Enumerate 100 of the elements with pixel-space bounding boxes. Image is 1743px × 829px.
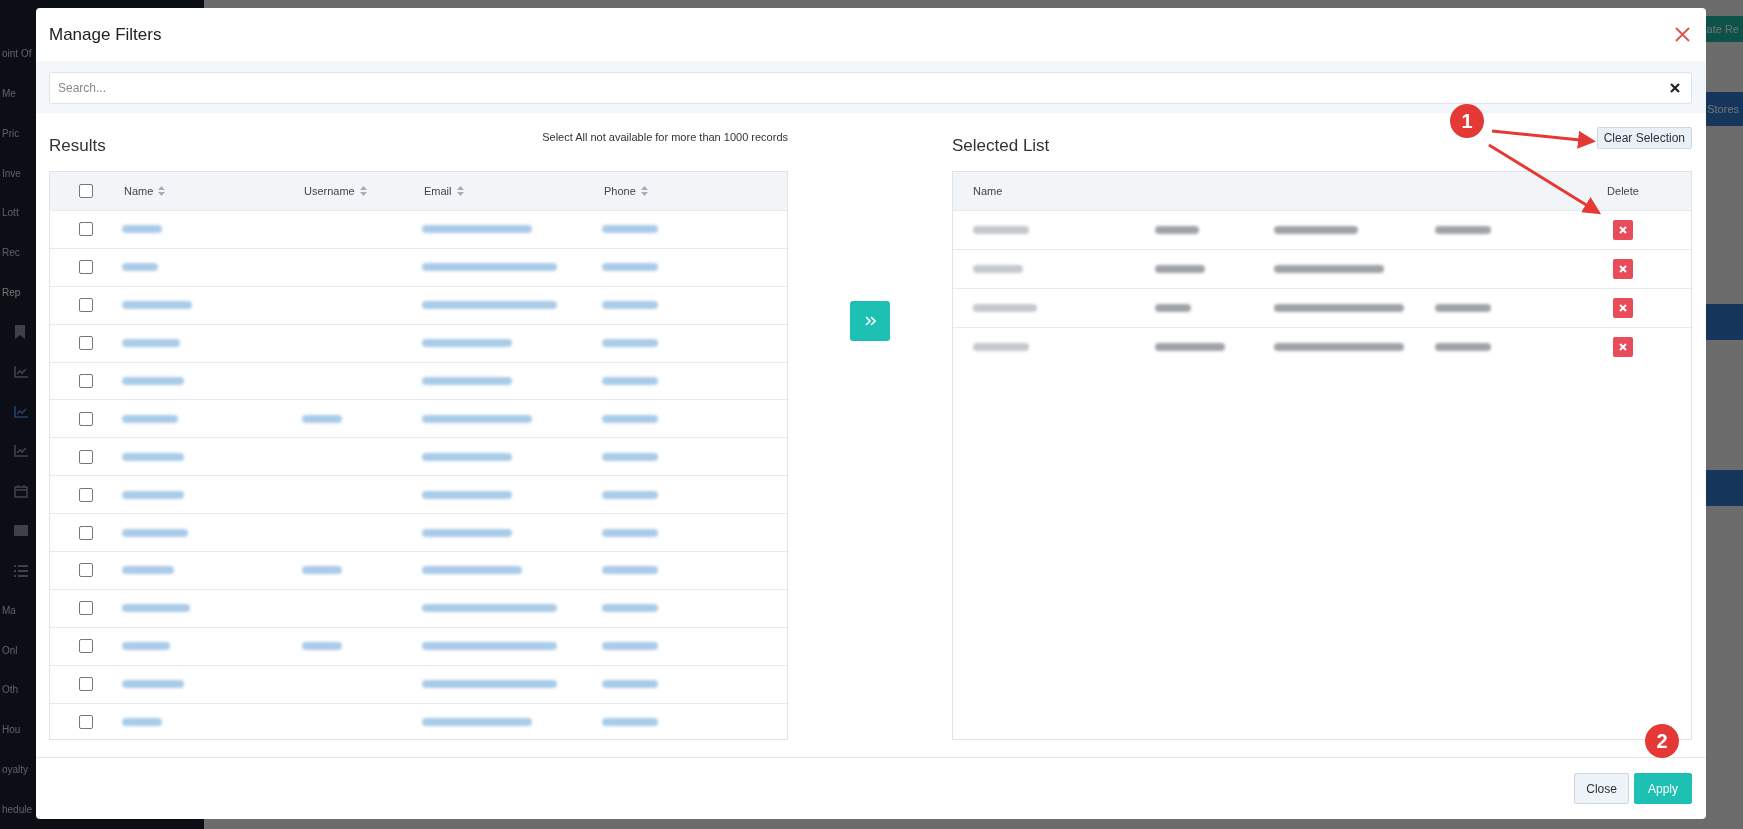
row-checkbox[interactable] [79, 374, 93, 388]
blurred-name [122, 377, 184, 385]
dialog-title: Manage Filters [49, 24, 162, 45]
blurred-phone [602, 528, 658, 537]
blurred-name [122, 339, 180, 348]
blurred-username [302, 414, 342, 423]
close-button[interactable]: Close [1574, 773, 1629, 804]
blurred-username [1155, 226, 1199, 234]
double-chevron-icon [864, 316, 876, 326]
blurred-phone [1435, 304, 1491, 312]
blurred-name [122, 301, 192, 310]
sidebar-item[interactable]: Pric [2, 127, 20, 139]
sidebar-item[interactable]: Rep [2, 286, 21, 298]
sort-icon[interactable] [456, 186, 464, 196]
blurred-phone [1435, 226, 1491, 234]
blurred-name [122, 566, 174, 575]
row-checkbox[interactable] [79, 601, 93, 616]
stores-label: Stores [1707, 103, 1740, 115]
blurred-phone [602, 263, 658, 272]
sidebar-item[interactable]: Inve [2, 167, 21, 179]
blurred-name [122, 263, 158, 272]
blurred-username [1155, 304, 1191, 312]
row-checkbox[interactable] [79, 411, 93, 426]
blurred-name [122, 225, 162, 234]
delete-button[interactable] [1613, 337, 1633, 357]
blurred-phone [602, 718, 658, 726]
close-icon [1619, 265, 1627, 273]
blurred-name [122, 452, 184, 461]
sidebar-item[interactable]: Rec [2, 247, 20, 259]
selected-list-title: Selected List [952, 135, 1050, 156]
select-all-note: Select All not available for more than 1000 records [542, 131, 788, 143]
row-checkbox[interactable] [79, 487, 93, 502]
sidebar-item[interactable]: Onl [2, 644, 18, 656]
blurred-name [122, 642, 170, 651]
blurred-name [973, 265, 1023, 273]
delete-button[interactable] [1613, 298, 1633, 318]
blurred-name [122, 718, 162, 726]
sort-icon[interactable] [640, 186, 648, 196]
delete-button[interactable] [1613, 220, 1633, 240]
blurred-phone [1435, 343, 1491, 351]
sidebar-item[interactable]: Me [2, 88, 16, 100]
blurred-phone [602, 452, 658, 461]
results-title: Results [49, 135, 106, 156]
row-checkbox[interactable] [79, 563, 93, 578]
column-header: Delete [1606, 185, 1640, 197]
row-checkbox[interactable] [79, 639, 93, 654]
sidebar-item[interactable]: oyalty [2, 763, 29, 775]
row-checkbox[interactable] [79, 677, 93, 692]
apply-button[interactable]: Apply [1633, 773, 1692, 804]
row-checkbox[interactable] [79, 449, 93, 464]
blurred-name [973, 304, 1037, 312]
blurred-phone [602, 225, 658, 234]
blurred-phone [602, 414, 658, 423]
delete-button[interactable] [1613, 259, 1633, 279]
blurred-name [122, 414, 178, 423]
close-icon [1619, 304, 1627, 312]
sort-icon[interactable] [158, 186, 166, 196]
row-checkbox[interactable] [79, 525, 93, 540]
row-checkbox[interactable] [79, 715, 93, 729]
blurred-phone [602, 490, 658, 499]
row-checkbox[interactable] [79, 336, 93, 351]
sidebar-item[interactable]: Ma [2, 604, 16, 616]
column-header[interactable]: Email [424, 185, 452, 197]
blurred-name [973, 226, 1029, 234]
blurred-name [122, 680, 184, 689]
blurred-username [302, 566, 342, 575]
close-icon [1619, 343, 1627, 351]
close-icon [1619, 226, 1627, 234]
search-field[interactable]: Search... [49, 72, 1692, 104]
blurred-phone [602, 642, 658, 651]
blurred-username [302, 642, 342, 651]
blurred-name [973, 343, 1029, 351]
column-header: Name [972, 185, 1004, 197]
blurred-phone [602, 566, 658, 575]
close-icon[interactable] [1673, 25, 1692, 44]
blurred-phone [602, 339, 658, 348]
column-header[interactable]: Phone [604, 185, 636, 197]
row-checkbox[interactable] [79, 298, 93, 313]
blurred-name [122, 528, 188, 537]
blurred-name [122, 604, 190, 613]
row-checkbox[interactable] [79, 260, 93, 275]
blurred-username [1155, 343, 1225, 351]
blurred-phone [602, 604, 658, 613]
column-header[interactable]: Name [124, 185, 154, 197]
sidebar-item[interactable]: oint Of [2, 48, 32, 60]
sidebar-item[interactable]: Lott [2, 207, 19, 219]
clear-search-icon[interactable] [1670, 83, 1680, 93]
column-header[interactable]: Username [304, 185, 355, 197]
blurred-phone [602, 680, 658, 689]
sort-icon[interactable] [359, 186, 367, 196]
sidebar-item[interactable]: hedule [2, 803, 33, 815]
blurred-username [1155, 265, 1205, 273]
clear-selection-button[interactable]: Clear Selection [1596, 127, 1692, 149]
row-checkbox[interactable] [79, 222, 93, 237]
blurred-phone [602, 377, 658, 385]
sidebar-item[interactable]: Hou [2, 724, 21, 736]
select-all-checkbox[interactable] [79, 184, 93, 198]
blurred-phone [602, 301, 658, 310]
blurred-name [122, 490, 184, 499]
sidebar-item[interactable]: Oth [2, 684, 19, 696]
